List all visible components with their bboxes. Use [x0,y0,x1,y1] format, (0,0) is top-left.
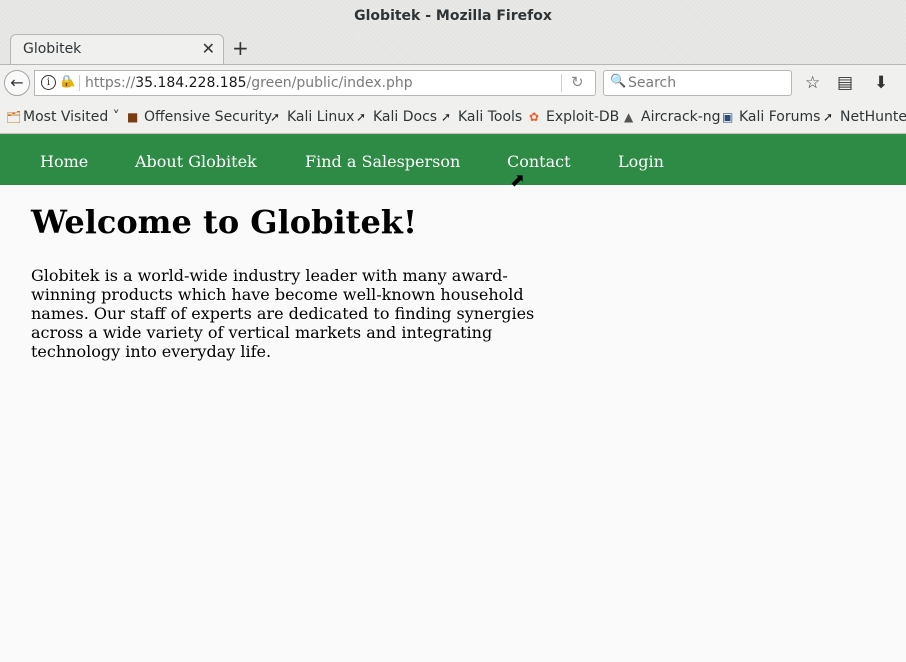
bookmark-offensive-security[interactable]: ■ Offensive Security [127,109,272,125]
search-input[interactable] [626,73,790,93]
download-icon[interactable]: ⬇ [874,73,888,93]
url-host: 35.184.228.185 [135,75,247,91]
url-scheme: https:// [85,75,136,91]
nav-link-find-salesperson[interactable]: Find a Salesperson [305,152,460,171]
nav-link-about[interactable]: About Globitek [135,152,257,171]
reading-list-icon[interactable]: ▤ [837,73,853,93]
bookmark-label: Kali Forums [739,109,821,125]
bookmark-label: Exploit-DB [546,109,620,125]
window-titlebar: Globitek - Mozilla Firefox [0,0,906,34]
reload-icon[interactable]: ↻ [571,73,584,91]
nav-link-home[interactable]: Home [40,152,88,171]
bookmark-label: Most Visited [23,109,109,125]
main-content: Welcome to Globitek! Globitek is a world… [31,203,541,361]
url-text[interactable]: https://35.184.228.185/green/public/inde… [85,75,413,91]
url-bar[interactable]: i 🔒 ▲ https://35.184.228.185/green/publi… [34,70,596,96]
reload-separator [561,74,562,92]
tab-label: Globitek [23,41,82,57]
back-button[interactable]: ← [4,70,30,96]
window-title: Globitek - Mozilla Firefox [354,8,552,24]
bookmark-kali-tools[interactable]: ➚ Kali Tools [441,109,522,125]
bookmark-aircrack-ng[interactable]: ▲ Aircrack-ng [624,109,721,125]
close-tab-icon[interactable]: ✕ [202,39,215,58]
nav-link-login[interactable]: Login [618,152,664,171]
bookmark-kali-docs[interactable]: ➚ Kali Docs [356,109,437,125]
folder-icon: 🗂 [6,110,22,124]
kali-dragon-icon: ➚ [356,110,367,124]
bookmark-label: Kali Tools [458,109,523,125]
url-path: /green/public/index.php [246,75,413,91]
bookmark-kali-linux[interactable]: ➚ Kali Linux [270,109,354,125]
search-icon: 🔍 [610,74,627,89]
kali-forums-icon: ▣ [722,110,734,124]
bookmark-label: Kali Docs [373,109,438,125]
kali-dragon-icon: ➚ [823,110,834,124]
exploitdb-icon: ✿ [529,110,540,124]
bookmark-label: Aircrack-ng [641,109,721,125]
kali-dragon-icon: ➚ [441,110,452,124]
kali-dragon-icon: ➚ [270,110,281,124]
info-icon[interactable]: i [41,75,56,90]
bookmarks-toolbar: 🗂 Most Visited ˅ ■ Offensive Security ➚ Kal… [0,101,906,134]
bookmark-kali-forums[interactable]: ▣ Kali Forums [722,109,820,125]
tab-strip: Globitek ✕ + [0,34,906,65]
bookmark-label: Offensive Security [144,109,273,125]
bookmark-exploit-db[interactable]: ✿ Exploit-DB [529,109,619,125]
warning-icon: ▲ [67,77,75,88]
bookmark-nethunter[interactable]: ➚ NetHunter [823,109,906,125]
site-navigation: Home About Globitek Find a Salesperson C… [0,134,906,185]
navigation-toolbar: ← i 🔒 ▲ https://35.184.228.185/green/pub… [0,65,906,101]
bookmark-label: Kali Linux [287,109,355,125]
tab-globitek[interactable]: Globitek ✕ [10,34,224,64]
mouse-cursor-icon: ⬈ [510,170,526,191]
chevron-down-icon: ˅ [108,109,120,125]
nav-link-contact[interactable]: Contact [507,152,571,171]
new-tab-button[interactable]: + [232,36,249,60]
aircrack-icon: ▲ [624,110,634,124]
bookmark-star-icon[interactable]: ☆ [805,73,820,93]
bookmark-label: NetHunter [840,109,906,125]
intro-paragraph: Globitek is a world-wide industry leader… [31,266,535,361]
search-bar[interactable]: 🔍 [603,70,792,96]
back-arrow-icon: ← [10,73,24,92]
page-heading: Welcome to Globitek! [31,203,418,241]
url-separator [79,75,80,91]
offsec-icon: ■ [127,110,139,124]
bookmark-most-visited[interactable]: 🗂 Most Visited ˅ [6,109,120,125]
